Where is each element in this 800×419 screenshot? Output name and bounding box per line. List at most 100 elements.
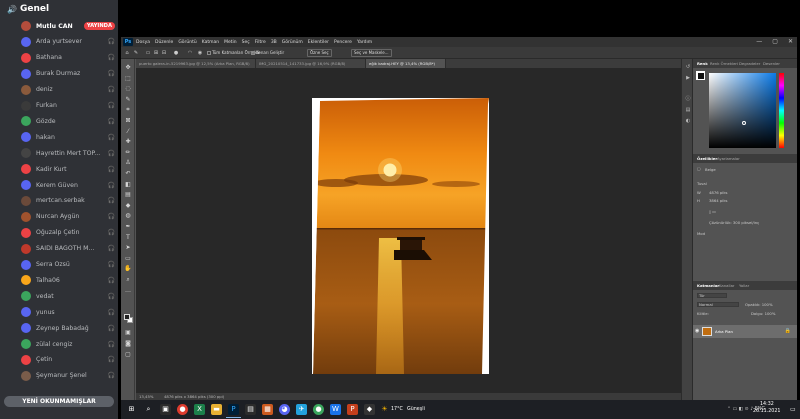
brush-tool-icon[interactable]: ✏: [124, 149, 132, 156]
voice-member[interactable]: deniz 🎧: [21, 83, 115, 97]
voice-member[interactable]: Serra Özsü 🎧: [21, 258, 115, 272]
eyedropper-tool-icon[interactable]: ⁄: [124, 128, 132, 135]
quick-select-tool-icon[interactable]: ✎: [124, 96, 132, 103]
clock-date[interactable]: 26.11.2021: [753, 409, 780, 414]
voice-channel-header[interactable]: 🔊 Genel: [7, 4, 49, 14]
voice-member[interactable]: Kerem Güven 🎧: [21, 178, 115, 192]
screen-mode-icon[interactable]: ▢: [124, 351, 132, 358]
hue-slider[interactable]: [779, 73, 784, 148]
app-icon-orange[interactable]: ▦: [262, 404, 273, 415]
add-to-selection-icon[interactable]: ⊞: [153, 50, 159, 56]
marquee-tool-icon[interactable]: ⬚: [124, 75, 132, 82]
hand-tool-icon[interactable]: ✋: [124, 265, 132, 272]
menu-item[interactable]: Görüntü: [178, 40, 196, 45]
visibility-eye-icon[interactable]: ◉: [695, 328, 699, 334]
voice-member[interactable]: Kadir Kurt 🎧: [21, 162, 115, 176]
voice-member[interactable]: vedat 🎧: [21, 289, 115, 303]
rectangle-tool-icon[interactable]: ▭: [124, 255, 132, 262]
canvas-height-value[interactable]: 3864 piks: [709, 198, 728, 203]
voice-member[interactable]: Hayrettin Mert TOP... 🎧: [21, 146, 115, 160]
color-picker-cursor[interactable]: [742, 121, 746, 125]
menu-item[interactable]: Seç: [242, 40, 250, 45]
pressure-icon[interactable]: ◉: [197, 50, 203, 56]
canvas-area[interactable]: [136, 68, 681, 393]
menu-item[interactable]: Dosya: [136, 40, 150, 45]
clock-time[interactable]: 14:32: [760, 402, 774, 407]
voice-member[interactable]: zülal cengiz 🎧: [21, 337, 115, 351]
file-explorer-icon[interactable]: ▬: [211, 404, 222, 415]
fill-value[interactable]: Dolgu: 100%: [751, 311, 775, 316]
eraser-tool-icon[interactable]: ◧: [124, 181, 132, 188]
voice-member[interactable]: yunus 🎧: [21, 305, 115, 319]
menu-item[interactable]: Pencere: [334, 40, 352, 45]
task-view-icon[interactable]: ▣: [160, 404, 171, 415]
tab-patterns[interactable]: Desenler: [763, 59, 780, 68]
discord-icon[interactable]: ◕: [279, 404, 290, 415]
chrome-icon[interactable]: ●: [177, 404, 188, 415]
select-and-mask-button[interactable]: Seç ve Maskele...: [351, 49, 392, 57]
voice-member[interactable]: hakan 🎧: [21, 130, 115, 144]
actions-icon[interactable]: ▶: [685, 75, 691, 81]
voice-member[interactable]: Bathana 🎧: [21, 51, 115, 65]
enhance-edge-checkbox[interactable]: Kenarı Geliştir: [251, 50, 284, 55]
history-brush-tool-icon[interactable]: ↶: [124, 170, 132, 177]
app-icon-dark[interactable]: ◆: [364, 404, 375, 415]
quick-mask-icon[interactable]: ◙: [124, 340, 132, 347]
edit-toolbar-icon[interactable]: ▣: [124, 329, 132, 336]
canvas-width-value[interactable]: 4876 piks: [709, 190, 728, 195]
pen-tool-icon[interactable]: ✒: [124, 223, 132, 230]
menu-item[interactable]: Metin: [224, 40, 237, 45]
voice-member[interactable]: Mutlu CAN YAYINDA: [21, 19, 115, 33]
voice-member[interactable]: SAIDI BAGOTH M... 🎧: [21, 242, 115, 256]
search-icon[interactable]: ⌕: [143, 404, 154, 415]
tab-paths[interactable]: Yollar: [739, 281, 749, 290]
voice-member[interactable]: Furkan 🎧: [21, 99, 115, 113]
close-button[interactable]: ✕: [788, 38, 793, 45]
voice-member[interactable]: Arda yurtsever 🎧: [21, 35, 115, 49]
document-tab[interactable]: puerto galera-in-5219963.jpg @ 12,5% (Ar…: [136, 59, 256, 68]
voice-member[interactable]: Çetin 🎧: [21, 353, 115, 367]
tab-color[interactable]: Renk: [697, 59, 708, 68]
move-tool-icon[interactable]: ✥: [124, 64, 132, 71]
menu-item[interactable]: Filtre: [255, 40, 266, 45]
notifications-icon[interactable]: ▭: [790, 406, 796, 413]
unread-messages-button[interactable]: YENİ OKUNMAMIŞLAR: [4, 396, 114, 407]
menu-item[interactable]: Düzenle: [155, 40, 173, 45]
type-tool-icon[interactable]: T: [124, 234, 132, 241]
layer-row-background[interactable]: ◉ Arka Plan 🔒: [693, 325, 797, 338]
home-icon[interactable]: ⌂: [124, 50, 130, 56]
voice-member[interactable]: Oğuzalp Çetin 🎧: [21, 226, 115, 240]
select-subject-button[interactable]: Özne Seç: [307, 49, 332, 57]
crop-tool-icon[interactable]: ⌗: [124, 106, 132, 113]
menu-item[interactable]: Katman: [202, 40, 219, 45]
tab-properties[interactable]: Özellikler: [697, 154, 717, 163]
adjustments-icon[interactable]: ◐: [685, 118, 691, 124]
app-icon-green[interactable]: ●: [313, 404, 324, 415]
quick-select-tool-icon[interactable]: ✎: [133, 50, 139, 56]
windows-start-icon[interactable]: ⊞: [126, 404, 137, 415]
powerpoint-icon[interactable]: P: [347, 404, 358, 415]
blur-tool-icon[interactable]: ◆: [124, 202, 132, 209]
bg-color-chip[interactable]: [698, 73, 704, 79]
word-icon[interactable]: W: [330, 404, 341, 415]
menu-item[interactable]: Görünüm: [282, 40, 303, 45]
maximize-button[interactable]: ▢: [772, 38, 778, 45]
voice-member[interactable]: Şeymanur Şenel 🎧: [21, 369, 115, 383]
color-picker-field[interactable]: [709, 73, 776, 148]
photoshop-taskbar-icon[interactable]: P: [228, 404, 239, 415]
history-icon[interactable]: ↺: [685, 64, 691, 70]
healing-tool-icon[interactable]: ✚: [124, 138, 132, 145]
menu-item[interactable]: 3B: [271, 40, 277, 45]
new-selection-icon[interactable]: ▭: [145, 50, 151, 56]
subtract-selection-icon[interactable]: ⊟: [161, 50, 167, 56]
foreground-color-swatch[interactable]: [124, 314, 130, 320]
document-tab-active[interactable]: eğik kadraj.HEY @ 13,4% (RGB/8*): [366, 59, 446, 68]
opacity-value[interactable]: Opaklık: 100%: [745, 302, 773, 307]
layer-lock-icon[interactable]: 🔒: [785, 328, 791, 334]
voice-member[interactable]: Talha06 🎧: [21, 273, 115, 287]
zoom-level[interactable]: 13,45%: [139, 393, 153, 400]
voice-member[interactable]: Gözde 🎧: [21, 114, 115, 128]
tab-adjustments[interactable]: Ayarlamalar: [717, 154, 740, 163]
zoom-tool-icon[interactable]: ⌕: [124, 276, 132, 283]
weather-description[interactable]: Güneşli: [407, 407, 425, 412]
